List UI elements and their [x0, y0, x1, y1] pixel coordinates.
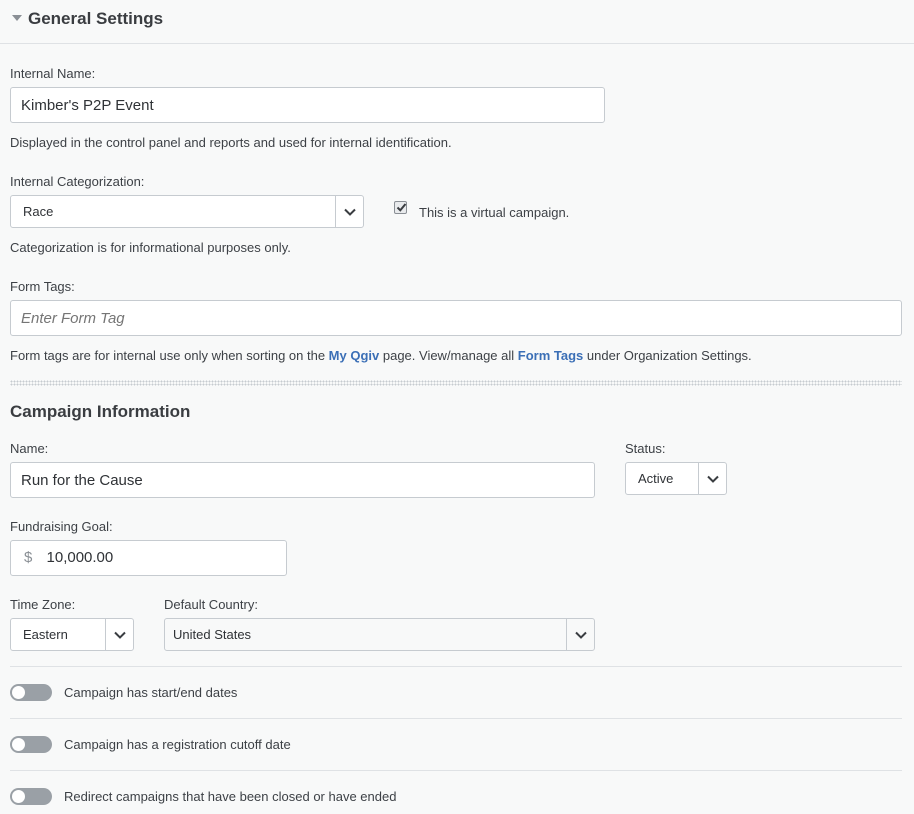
default-country-select[interactable]: United States: [164, 618, 595, 651]
chevron-down-icon: [335, 196, 363, 227]
default-country-value: United States: [173, 627, 252, 642]
row-divider: [10, 666, 902, 667]
chevron-down-icon: [566, 619, 594, 650]
virtual-campaign-label: This is a virtual campaign.: [419, 205, 570, 220]
my-qgiv-link[interactable]: My Qgiv: [329, 348, 380, 363]
time-zone-value: Eastern: [23, 627, 68, 642]
campaign-information-title: Campaign Information: [10, 402, 191, 421]
fundraising-goal-value: 10,000.00: [46, 549, 114, 566]
time-zone-select[interactable]: Eastern: [10, 618, 134, 651]
campaign-name-label: Name:: [10, 441, 49, 456]
form-tags-help-text: under Organization Settings.: [583, 348, 752, 363]
internal-categorization-select[interactable]: Race: [10, 195, 364, 228]
start-end-dates-toggle[interactable]: [10, 684, 52, 701]
internal-name-label: Internal Name:: [10, 66, 96, 81]
internal-name-help: Displayed in the control panel and repor…: [10, 135, 452, 150]
form-tags-link[interactable]: Form Tags: [518, 348, 584, 363]
section-title: General Settings: [28, 9, 164, 28]
form-tags-input[interactable]: [10, 300, 902, 336]
status-select[interactable]: Active: [625, 462, 727, 495]
default-country-label: Default Country:: [164, 597, 258, 612]
internal-name-input[interactable]: [10, 87, 605, 123]
virtual-campaign-checkbox[interactable]: [394, 201, 407, 214]
registration-cutoff-label: Campaign has a registration cutoff date: [64, 737, 291, 752]
time-zone-label: Time Zone:: [10, 597, 76, 612]
form-tags-help: Form tags are for internal use only when…: [10, 348, 752, 363]
campaign-name-input[interactable]: [10, 462, 595, 498]
toggle-knob: [12, 686, 25, 699]
registration-cutoff-toggle[interactable]: [10, 736, 52, 753]
start-end-dates-label: Campaign has start/end dates: [64, 685, 238, 700]
internal-categorization-label: Internal Categorization:: [10, 174, 145, 189]
general-settings-header[interactable]: General Settings: [0, 0, 914, 44]
row-divider: [10, 770, 902, 771]
currency-symbol: $: [24, 549, 33, 566]
form-tags-help-text: page. View/manage all: [379, 348, 518, 363]
form-tags-help-text: Form tags are for internal use only when…: [10, 348, 329, 363]
categorization-help: Categorization is for informational purp…: [10, 240, 291, 255]
toggle-knob: [12, 738, 25, 751]
toggle-knob: [12, 790, 25, 803]
caret-down-icon[interactable]: [12, 15, 22, 21]
redirect-closed-toggle[interactable]: [10, 788, 52, 805]
redirect-closed-label: Redirect campaigns that have been closed…: [64, 789, 397, 804]
chevron-down-icon: [698, 463, 726, 494]
fundraising-goal-field[interactable]: $ 10,000.00: [10, 540, 287, 576]
form-tags-label: Form Tags:: [10, 279, 75, 294]
chevron-down-icon: [105, 619, 133, 650]
row-divider: [10, 718, 902, 719]
internal-categorization-value: Race: [23, 204, 54, 219]
status-value: Active: [638, 471, 674, 486]
section-divider: [10, 380, 902, 386]
status-label: Status:: [625, 441, 666, 456]
fundraising-goal-label: Fundraising Goal:: [10, 519, 113, 534]
